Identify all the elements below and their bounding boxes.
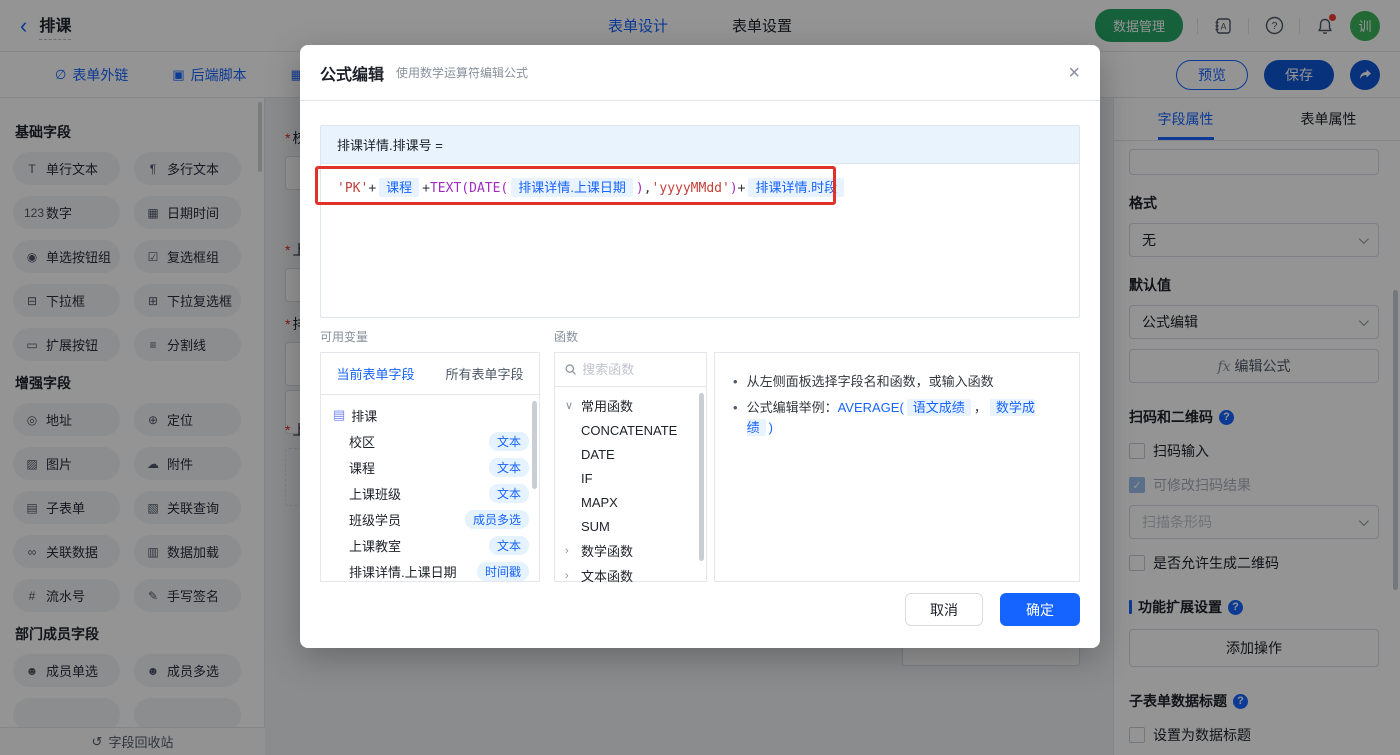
function-group-label: 常用函数 [581,399,634,414]
modal-subtitle: 使用数学运算符编辑公式 [396,66,529,80]
function-group-label: 数学函数 [581,544,634,559]
function-item[interactable]: DATE [555,442,706,466]
variables-scrollbar[interactable] [532,401,537,489]
variable-type-badge: 时间戳 [476,561,529,581]
search-icon [565,364,576,375]
formula-token: ) [635,181,644,196]
variable-name: 上课教室 [349,538,402,554]
variable-type-badge: 成员多选 [464,509,529,529]
functions-panel: ∨ 常用函数 CONCATENATEDATEIFMAPXSUM › 数学函数 › 文本函数 [554,352,707,584]
formula-token: + [422,181,430,196]
variable-type-badge: 文本 [488,483,529,503]
variable-name: 校区 [349,434,376,450]
variables-list: ▤ 排课 校区 文本 课程 文本 上课班级 文本 班级学员 成员多选 上课教室 文本 排课详情.上课… [321,395,539,581]
formula-token: + [368,181,377,196]
function-item[interactable]: MAPX [555,490,706,514]
variables-panel: 当前表单字段 所有表单字段 ▤ 排课 校区 文本 课程 文本 上课班级 文本 班级学员 成员多选… [320,352,540,582]
confirm-button[interactable]: 确定 [1000,593,1080,626]
variable-type-badge: 文本 [488,535,529,555]
formula-token: ) [729,181,738,196]
form-doc-icon: ▤ [333,407,346,422]
function-group[interactable]: ∨ 常用函数 [555,393,706,418]
cancel-button[interactable]: 取消 [905,593,983,626]
formula-token: , [643,181,652,196]
help-example-field-1: 语文成绩 [906,399,971,416]
close-icon[interactable]: × [1068,63,1080,83]
variable-name: 班级学员 [349,512,402,528]
variable-row[interactable]: 上课教室 文本 [321,532,539,558]
modal-header: 公式编辑 使用数学运算符编辑公式 × [300,45,1100,101]
function-search [555,353,706,387]
variable-row[interactable]: 校区 文本 [321,428,539,454]
help-panel: • 从左侧面板选择字段名和函数，或输入函数 • 公式编辑举例：AVERAGE(语… [714,352,1080,582]
formula-field-chip[interactable]: 排课详情.上课日期 [511,178,633,197]
help-example-close: ) [768,420,773,435]
function-search-input[interactable] [582,362,696,377]
function-item[interactable]: IF [555,466,706,490]
variable-row[interactable]: 课程 文本 [321,454,539,480]
formula-token: + [737,181,746,196]
function-group[interactable]: › 数学函数 [555,538,706,563]
caret-right-icon: › [565,544,569,557]
variables-label: 可用变量 [320,330,369,344]
panel-labels: 可用变量 函数 [320,328,1080,345]
caret-down-icon: ∨ [565,400,574,412]
formula-field-chip[interactable]: 排课详情.时段 [748,178,845,197]
variables-root-label: 排课 [351,408,378,424]
variable-type-badge: 文本 [488,431,529,451]
function-item[interactable]: CONCATENATE [555,418,706,442]
variables-tab[interactable]: 所有表单字段 [430,353,539,394]
variables-rows: 校区 文本 课程 文本 上课班级 文本 班级学员 成员多选 上课教室 文本 排课详情.上课日期 时间戳 [321,428,539,581]
variable-name: 排课详情.上课日期 [349,564,457,580]
formula-editor-modal: 公式编辑 使用数学运算符编辑公式 × 排课详情.排课号 = 'PK'+ 课程 +TE… [300,45,1100,648]
modal-body: 排课详情.排课号 = 'PK'+ 课程 +TEXT(DATE(排课详情.上课日期),… [300,125,1100,584]
bullet-icon: • [733,400,738,415]
bullet-icon: • [733,374,738,389]
app-window: ‹ 排课 表单设计表单设置 数据管理 A ? 训 ∅表单外链▣后端脚本▦数据权 … [0,0,1400,755]
functions-scrollbar[interactable] [699,393,704,561]
variable-type-badge: 文本 [488,457,529,477]
formula-token: TEXT(DATE( [429,181,509,196]
help-example-separator: ， [973,400,987,415]
variable-name: 上课班级 [349,486,402,502]
help-example-prefix: 公式编辑举例： [746,400,838,415]
modal-footer: 取消 确定 [905,593,1080,626]
panels-row: 当前表单字段 所有表单字段 ▤ 排课 校区 文本 课程 文本 上课班级 文本 班级学员 成员多选… [320,352,1080,584]
variable-row[interactable]: 排课详情.上课日期 时间戳 [321,558,539,581]
functions-label: 函数 [554,330,579,344]
function-group-label: 文本函数 [581,569,634,584]
variables-tabs: 当前表单字段 所有表单字段 [321,353,539,395]
variable-row[interactable]: 上课班级 文本 [321,480,539,506]
formula-input-area[interactable]: 'PK'+ 课程 +TEXT(DATE(排课详情.上课日期),'yyyyMMdd')… [321,164,1079,317]
function-item[interactable]: SUM [555,514,706,538]
formula-target: 排课详情.排课号 = [321,126,1079,164]
help-line-2: • 公式编辑举例：AVERAGE(语文成绩，数学成绩) [733,398,1061,438]
formula-field-chip[interactable]: 课程 [379,178,420,197]
variable-name: 课程 [349,460,376,476]
formula-editor: 排课详情.排课号 = 'PK'+ 课程 +TEXT(DATE(排课详情.上课日期),… [320,125,1080,318]
help-example-func: AVERAGE( [837,400,904,415]
caret-right-icon: › [565,569,569,582]
variables-root-node[interactable]: ▤ 排课 [321,402,539,428]
help-line-1: • 从左侧面板选择字段名和函数，或输入函数 [733,372,1061,392]
variables-tab[interactable]: 当前表单字段 [321,353,430,394]
formula-token: 'PK' [337,181,369,196]
function-group[interactable]: › 文本函数 [555,563,706,588]
function-list: ∨ 常用函数 CONCATENATE DATE IF MAPX SUM › 数学函数 › 文本函数 [555,387,706,594]
formula-token: 'yyyyMMdd' [651,181,730,196]
modal-title: 公式编辑 [320,66,385,84]
variable-row[interactable]: 班级学员 成员多选 [321,506,539,532]
